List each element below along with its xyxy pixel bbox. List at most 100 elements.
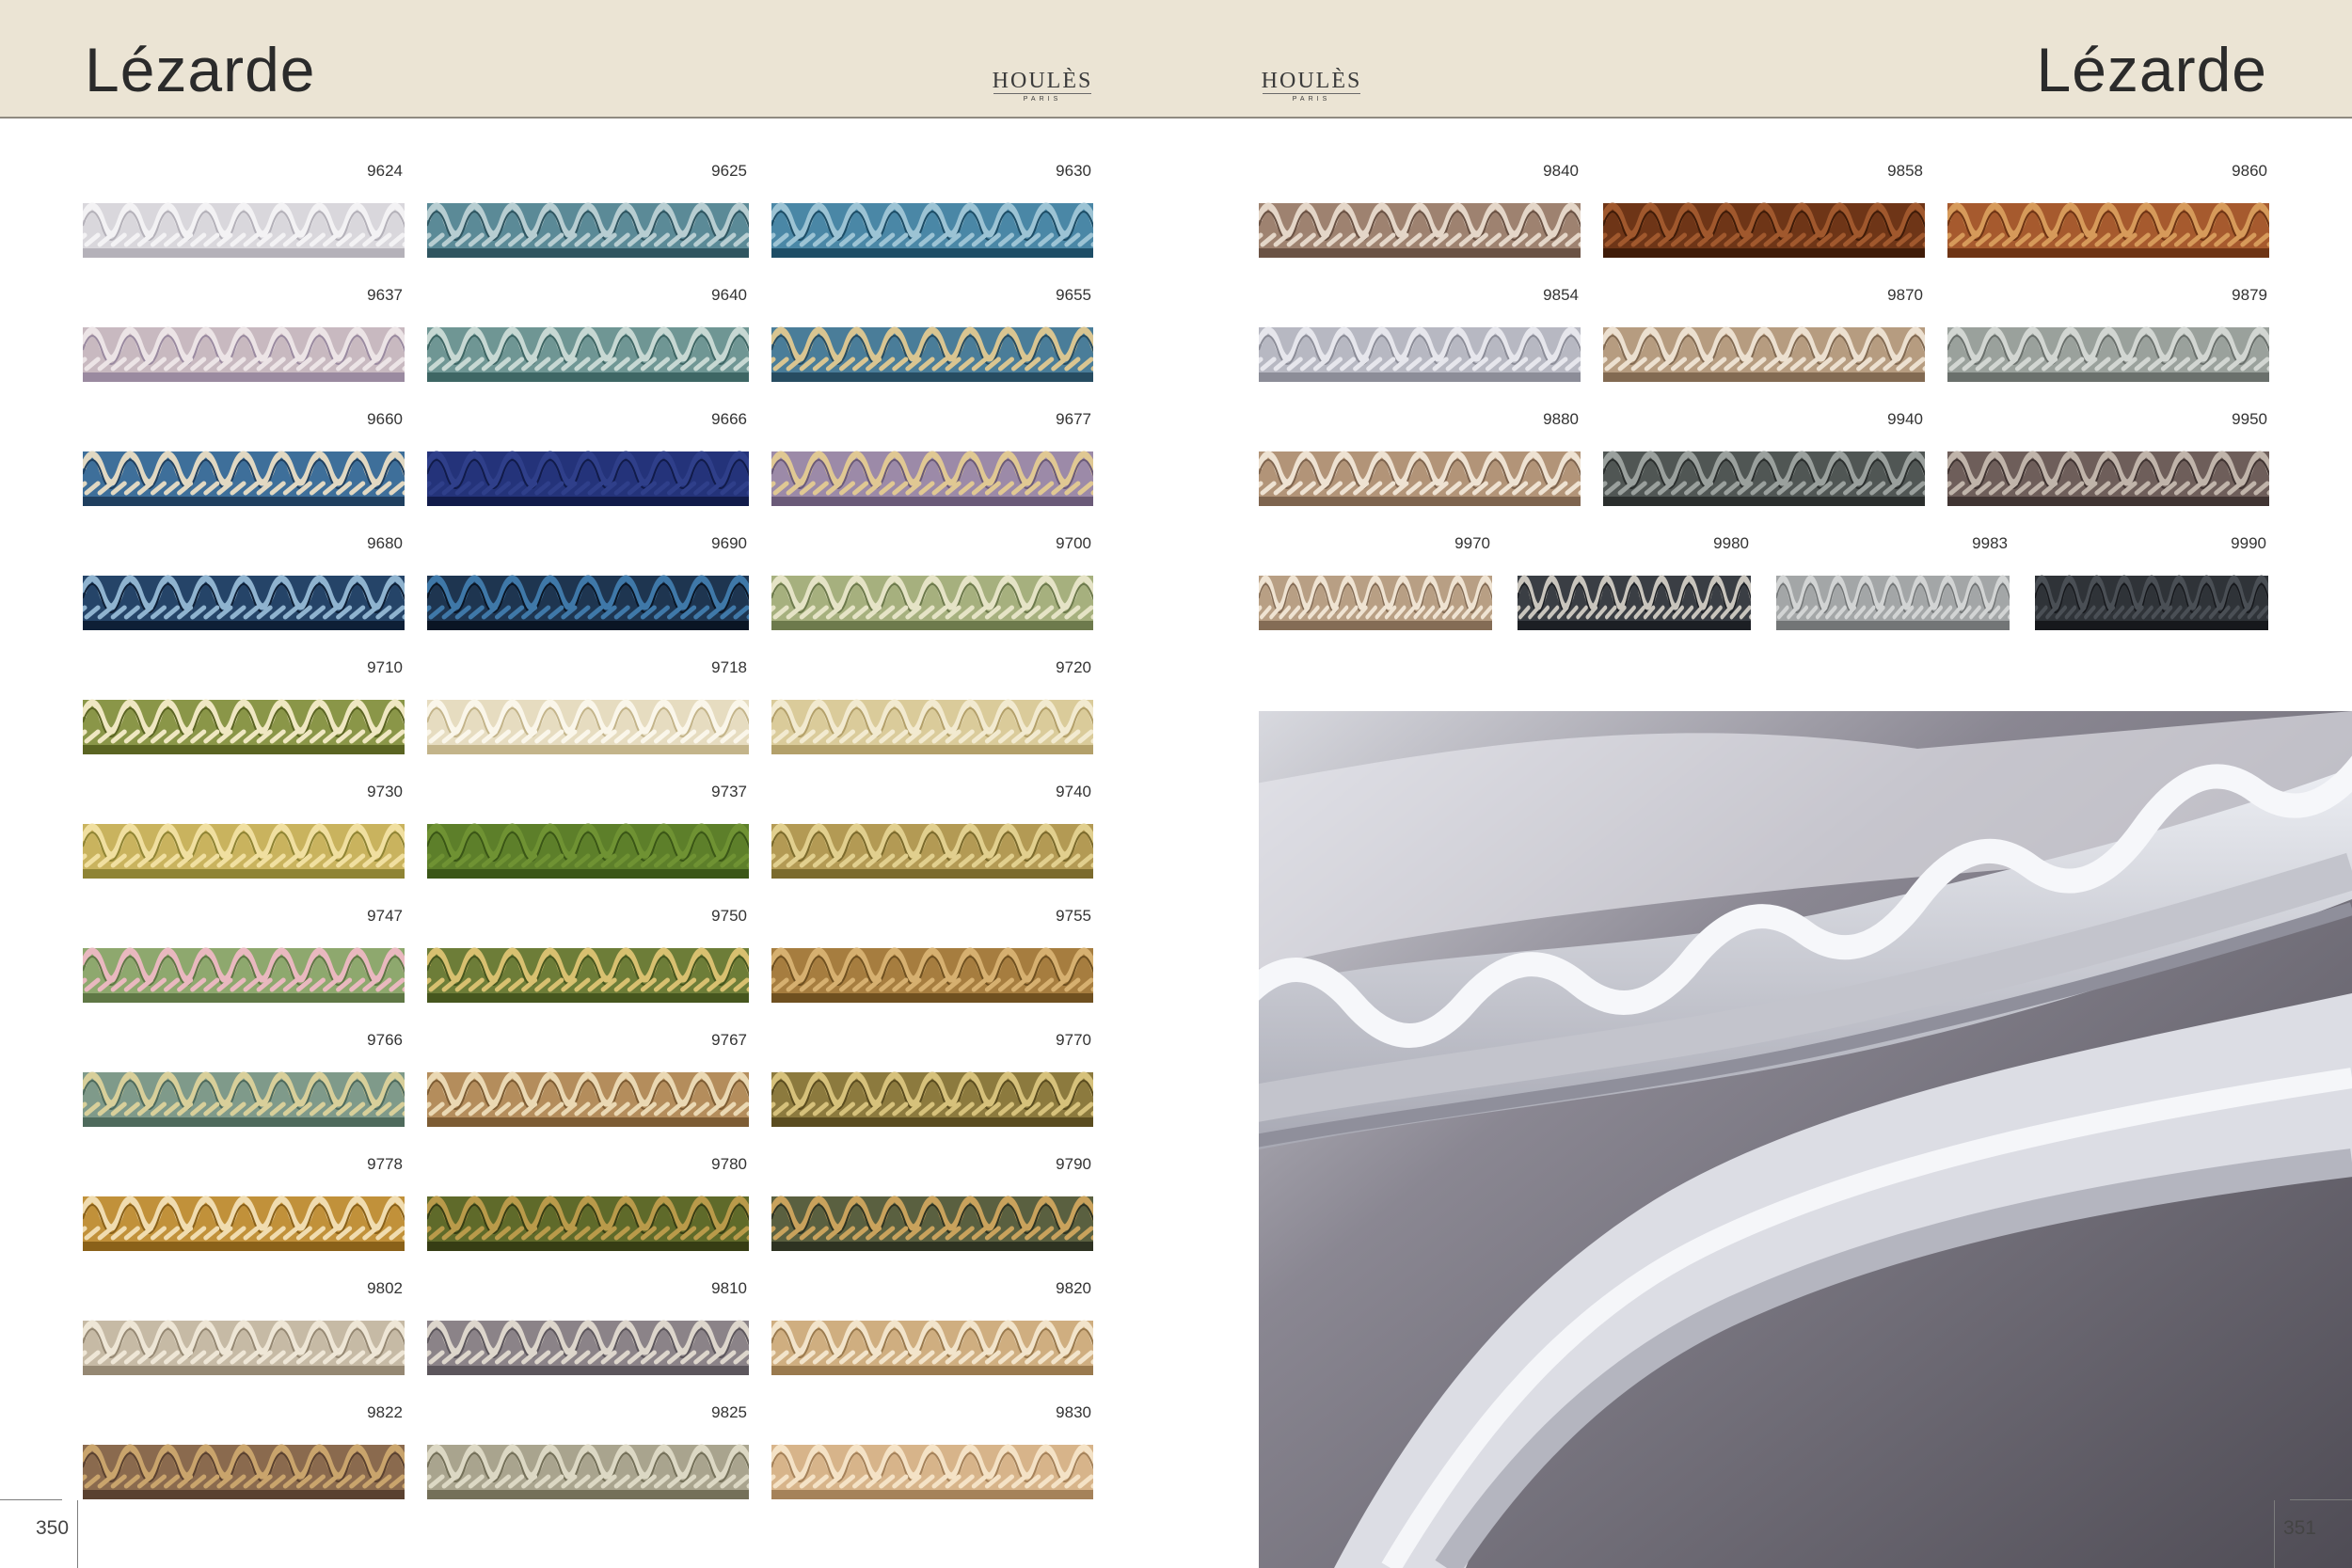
- swatch-sample: [83, 190, 405, 258]
- houles-logo: HOULÈS PARIS: [1259, 70, 1364, 103]
- swatch-9950: 9950: [1947, 410, 2269, 506]
- swatch-sample: [427, 687, 749, 754]
- swatch-9677: 9677: [771, 410, 1093, 506]
- swatch-9825: 9825: [427, 1403, 749, 1499]
- swatch-9718: 9718: [427, 658, 749, 754]
- trim-braid-illustration: [83, 947, 405, 1003]
- logo-rule: [1263, 93, 1360, 94]
- trim-braid-illustration: [83, 1071, 405, 1127]
- trim-braid-illustration: [1603, 451, 1925, 506]
- swatch-sample: [1776, 562, 2010, 630]
- swatch-code: 9820: [1056, 1279, 1091, 1297]
- swatch-code: 9822: [367, 1403, 403, 1421]
- trim-braid-illustration: [83, 1320, 405, 1375]
- swatch-9730: 9730: [83, 783, 405, 879]
- trim-braid-illustration: [771, 1071, 1093, 1127]
- swatch-sample: [427, 1183, 749, 1251]
- logo-rule: [993, 93, 1091, 94]
- swatch-9655: 9655: [771, 286, 1093, 382]
- swatch-sample: [1947, 438, 2269, 506]
- swatch-sample: [427, 314, 749, 382]
- swatch-code: 9624: [367, 162, 403, 180]
- trim-braid-illustration: [1947, 451, 2269, 506]
- left-header-band: Lézarde HOULÈS PARIS: [0, 0, 1176, 119]
- swatch-code: 9637: [367, 286, 403, 304]
- swatch-sample: [771, 1307, 1093, 1375]
- trim-braid-illustration: [1947, 326, 2269, 382]
- swatch-code: 9778: [367, 1155, 403, 1173]
- swatch-code: 9858: [1887, 162, 1923, 180]
- right-page-number: 351: [2282, 1517, 2316, 1539]
- swatch-sample: [771, 687, 1093, 754]
- swatch-sample: [771, 438, 1093, 506]
- swatch-9740: 9740: [771, 783, 1093, 879]
- trim-braid-illustration: [1259, 575, 1492, 630]
- trim-braid-illustration: [1259, 202, 1581, 258]
- swatch-9750: 9750: [427, 907, 749, 1003]
- trim-braid-illustration: [771, 1320, 1093, 1375]
- logo-subtitle: PARIS: [1292, 96, 1331, 103]
- swatch-code: 9990: [2231, 534, 2266, 552]
- logo-wordmark: HOULÈS: [992, 69, 1093, 93]
- swatch-code: 9780: [711, 1155, 747, 1173]
- trim-braid-illustration: [83, 1444, 405, 1499]
- swatch-sample: [83, 935, 405, 1003]
- trim-closeup-illustration: [1259, 711, 2352, 1568]
- swatch-code: 9750: [711, 907, 747, 925]
- swatch-9720: 9720: [771, 658, 1093, 754]
- swatch-sample: [771, 562, 1093, 630]
- swatch-sample: [427, 1307, 749, 1375]
- swatch-code: 9790: [1056, 1155, 1091, 1173]
- trim-braid-illustration: [83, 202, 405, 258]
- swatch-code: 9660: [367, 410, 403, 428]
- trim-braid-illustration: [771, 699, 1093, 754]
- swatch-code: 9879: [2232, 286, 2267, 304]
- swatch-9879: 9879: [1947, 286, 2269, 382]
- swatch-code: 9640: [711, 286, 747, 304]
- swatch-9983: 9983: [1776, 534, 2010, 630]
- trim-braid-illustration: [83, 326, 405, 382]
- swatch-code: 9737: [711, 783, 747, 800]
- swatch-9710: 9710: [83, 658, 405, 754]
- swatch-9810: 9810: [427, 1279, 749, 1375]
- trim-braid-illustration: [1947, 202, 2269, 258]
- swatch-9802: 9802: [83, 1279, 405, 1375]
- swatch-9767: 9767: [427, 1031, 749, 1127]
- swatch-sample: [1259, 562, 1492, 630]
- swatch-9854: 9854: [1259, 286, 1581, 382]
- swatch-sample: [1947, 314, 2269, 382]
- swatch-code: 9740: [1056, 783, 1091, 800]
- swatch-sample: [1603, 190, 1925, 258]
- swatch-9700: 9700: [771, 534, 1093, 630]
- houles-logo: HOULÈS PARIS: [990, 70, 1095, 103]
- right-header-band: HOULÈS PARIS Lézarde: [1176, 0, 2352, 119]
- swatch-code: 9802: [367, 1279, 403, 1297]
- swatch-9790: 9790: [771, 1155, 1093, 1251]
- swatch-sample: [771, 935, 1093, 1003]
- trim-braid-illustration: [427, 451, 749, 506]
- swatch-sample: [427, 438, 749, 506]
- trim-braid-illustration: [427, 699, 749, 754]
- swatch-sample: [771, 314, 1093, 382]
- swatch-sample: [1259, 438, 1581, 506]
- swatch-code: 9980: [1713, 534, 1749, 552]
- swatch-9858: 9858: [1603, 162, 1925, 258]
- swatch-9766: 9766: [83, 1031, 405, 1127]
- trim-braid-illustration: [427, 202, 749, 258]
- trim-braid-illustration: [83, 451, 405, 506]
- trim-braid-illustration: [427, 1444, 749, 1499]
- swatch-sample: [771, 1432, 1093, 1499]
- swatch-9780: 9780: [427, 1155, 749, 1251]
- trim-braid-illustration: [83, 699, 405, 754]
- swatch-code: 9747: [367, 907, 403, 925]
- swatch-sample: [427, 935, 749, 1003]
- swatch-9680: 9680: [83, 534, 405, 630]
- swatch-9660: 9660: [83, 410, 405, 506]
- swatch-code: 9940: [1887, 410, 1923, 428]
- swatch-sample: [771, 1183, 1093, 1251]
- trim-braid-illustration: [771, 451, 1093, 506]
- swatch-sample: [771, 1059, 1093, 1127]
- trim-braid-illustration: [1259, 326, 1581, 382]
- swatch-code: 9755: [1056, 907, 1091, 925]
- swatch-code: 9630: [1056, 162, 1091, 180]
